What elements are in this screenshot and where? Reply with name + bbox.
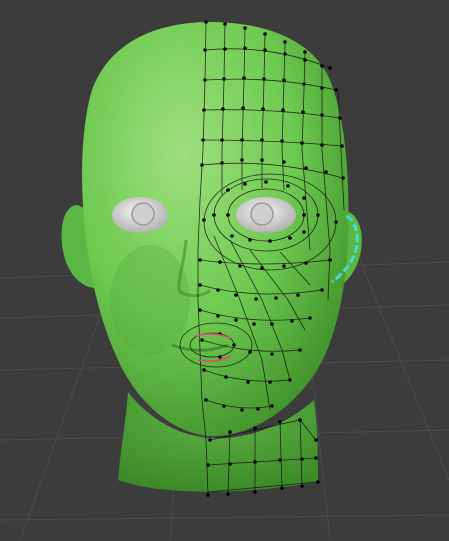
3d-viewport[interactable] [0,0,449,541]
viewport-canvas[interactable] [0,0,449,541]
right-iris [250,202,274,226]
left-iris [131,202,155,226]
cheek-shading [110,245,190,355]
